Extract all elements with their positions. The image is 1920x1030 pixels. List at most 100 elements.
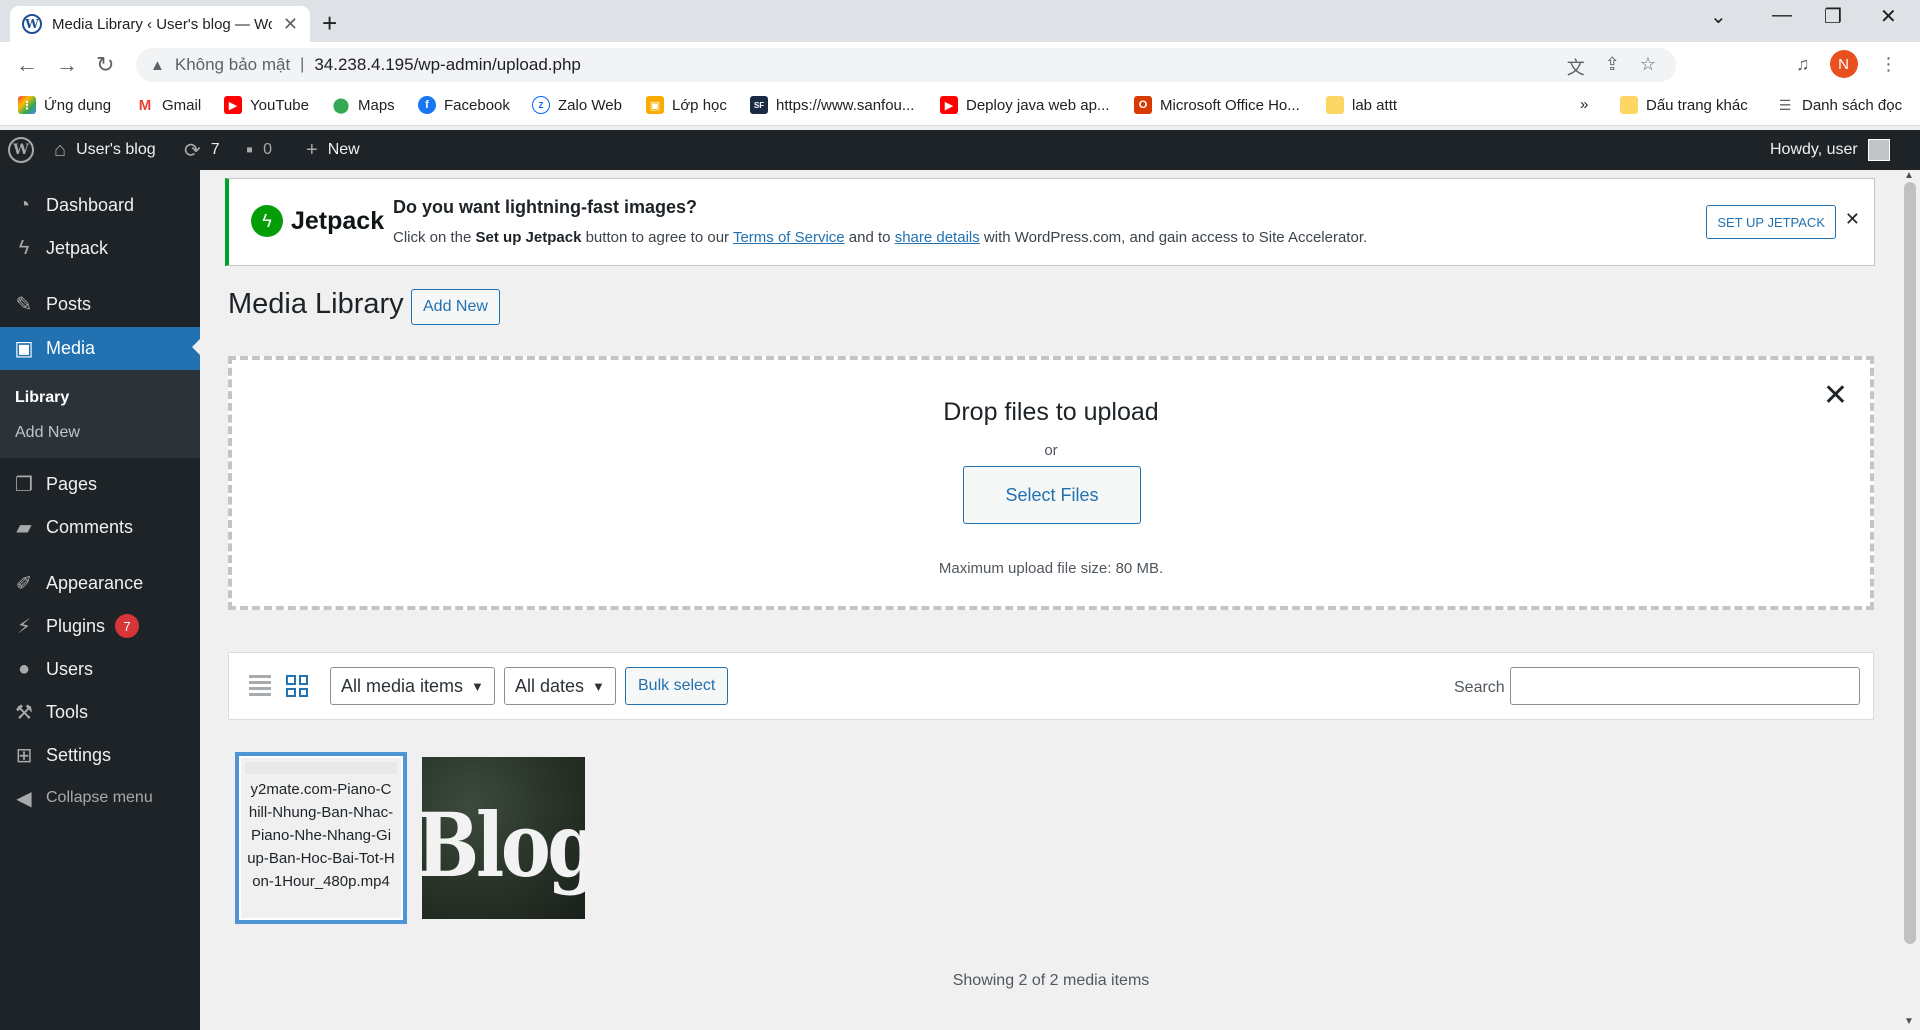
- sidebar-item-media[interactable]: ▣ Media: [0, 327, 200, 370]
- terms-of-service-link[interactable]: Terms of Service: [733, 229, 845, 246]
- chevron-down-icon: ▼: [592, 678, 605, 694]
- bookmark-star-icon[interactable]: ☆: [1640, 54, 1656, 80]
- pin-icon: ✎: [15, 293, 33, 316]
- wordpress-logo-icon: W: [8, 137, 34, 163]
- bookmark-gmail[interactable]: M Gmail: [136, 96, 201, 114]
- media-type-filter[interactable]: All media items ▼: [330, 667, 495, 705]
- home-icon: ⌂: [54, 138, 67, 161]
- upload-dropzone[interactable]: Drop files to upload or Select Files Max…: [228, 356, 1874, 610]
- bookmark-facebook[interactable]: f Facebook: [418, 96, 510, 114]
- bookmark-youtube[interactable]: ▶ YouTube: [224, 96, 309, 114]
- bookmark-maps[interactable]: ⬤ Maps: [332, 96, 395, 114]
- tab-close-icon[interactable]: ✕: [283, 14, 298, 35]
- dropzone-title: Drop files to upload: [943, 398, 1159, 426]
- sidebar-item-pages[interactable]: ❐ Pages: [0, 464, 200, 504]
- comments-link[interactable]: ▪ 0: [246, 130, 272, 170]
- restore-icon[interactable]: ❐: [1824, 4, 1842, 29]
- minimize-icon[interactable]: —: [1772, 4, 1792, 27]
- share-icon[interactable]: ⇪: [1605, 54, 1620, 80]
- sidebar-item-jetpack[interactable]: ϟ Jetpack: [0, 228, 200, 268]
- media-search-input[interactable]: [1510, 667, 1860, 705]
- media-toolbar: All media items ▼ All dates ▼ Bulk select …: [228, 652, 1874, 720]
- office-icon: O: [1134, 96, 1152, 114]
- sidebar-item-dashboard[interactable]: ◔ Dashboard: [0, 185, 200, 225]
- scroll-down-icon[interactable]: ▼: [1904, 1016, 1914, 1027]
- my-account-menu[interactable]: Howdy, user: [1770, 130, 1890, 170]
- sidebar-item-users[interactable]: ● Users: [0, 649, 200, 689]
- media-control-icon[interactable]: ♫: [1796, 54, 1810, 75]
- url-text: 34.238.4.195/wp-admin/upload.php: [314, 55, 581, 74]
- folder-icon: [1620, 96, 1638, 114]
- scroll-up-icon[interactable]: ▲: [1904, 170, 1914, 181]
- bookmark-sanfoundry[interactable]: SF https://www.sanfou...: [750, 96, 914, 114]
- sidebar-item-comments[interactable]: ▰ Comments: [0, 507, 200, 547]
- chrome-menu-icon[interactable]: ⋮: [1880, 54, 1898, 75]
- sidebar-item-appearance[interactable]: ✐ Appearance: [0, 563, 200, 603]
- page-scrollbar[interactable]: ▲ ▼: [1900, 170, 1920, 1030]
- user-icon: ●: [17, 657, 31, 680]
- plus-icon: +: [306, 138, 318, 161]
- scrollbar-thumb[interactable]: [1904, 182, 1916, 944]
- share-details-link[interactable]: share details: [895, 229, 980, 246]
- add-new-media-button[interactable]: Add New: [411, 289, 500, 325]
- back-icon[interactable]: ←: [16, 52, 38, 78]
- blog-image-text: Blog: [422, 793, 585, 897]
- updates-link[interactable]: ⟳ 7: [184, 130, 220, 170]
- bookmark-apps[interactable]: ⋮ Ứng dụng: [18, 96, 111, 114]
- bookmark-classroom[interactable]: ▣ Lớp học: [646, 96, 727, 114]
- collapse-arrow-icon: ◀: [16, 787, 32, 810]
- bookmark-deploy-java[interactable]: ▶ Deploy java web ap...: [940, 96, 1109, 114]
- media-item-image[interactable]: Blog: [422, 757, 585, 919]
- new-tab-button[interactable]: +: [322, 8, 337, 39]
- forward-icon[interactable]: →: [56, 52, 78, 78]
- bookmarks-overflow[interactable]: »: [1580, 96, 1588, 113]
- window-close-icon[interactable]: ✕: [1880, 4, 1897, 29]
- gmail-icon: M: [136, 96, 154, 114]
- tab-title: Media Library ‹ User's blog — WordPress: [52, 15, 272, 33]
- site-name-link[interactable]: ⌂ User's blog: [54, 130, 156, 170]
- setup-jetpack-button[interactable]: SET UP JETPACK: [1706, 205, 1836, 239]
- chevron-down-icon: ▼: [471, 678, 484, 694]
- new-content-link[interactable]: + New: [306, 130, 360, 170]
- sidebar-item-plugins[interactable]: ⚡ Plugins 7: [0, 606, 200, 646]
- translate-icon[interactable]: 文: [1567, 54, 1585, 80]
- warning-icon[interactable]: ▲: [150, 57, 165, 74]
- close-uploader-icon[interactable]: ✕: [1823, 378, 1848, 413]
- dashboard-icon: ◔: [17, 193, 31, 216]
- bookmark-lab-attt[interactable]: lab attt: [1326, 96, 1397, 114]
- bookmark-other[interactable]: Dấu trang khác: [1620, 96, 1748, 114]
- select-files-button[interactable]: Select Files: [963, 466, 1141, 524]
- browser-tabbar: W Media Library ‹ User's blog — WordPres…: [0, 0, 1920, 42]
- apps-grid-icon: ⋮: [18, 96, 36, 114]
- plugins-update-badge: 7: [115, 614, 140, 638]
- bulk-select-button[interactable]: Bulk select: [625, 667, 729, 705]
- sidebar-item-settings[interactable]: ⊞ Settings: [0, 735, 200, 775]
- browser-tab-active[interactable]: W Media Library ‹ User's blog — WordPres…: [10, 6, 310, 42]
- submenu-library[interactable]: Library: [15, 389, 69, 407]
- sidebar-item-posts[interactable]: ✎ Posts: [0, 284, 200, 324]
- wp-logo-menu[interactable]: W: [8, 130, 34, 170]
- submenu-add-new[interactable]: Add New: [15, 424, 80, 442]
- collapse-menu-button[interactable]: ◀ Collapse menu: [0, 778, 200, 818]
- classroom-icon: ▣: [646, 96, 664, 114]
- grid-view-icon[interactable]: [286, 675, 308, 697]
- wp-admin-bar: W ⌂ User's blog ⟳ 7 ▪ 0 + New Howdy, use…: [0, 130, 1920, 170]
- youtube-icon: ▶: [940, 96, 958, 114]
- address-bar[interactable]: ▲ Không bảo mật | 34.238.4.195/wp-admin/…: [136, 48, 1676, 82]
- date-filter[interactable]: All dates ▼: [504, 667, 616, 705]
- jetpack-notice: ϟ Jetpack Do you want lightning-fast ima…: [225, 178, 1875, 266]
- media-item-video[interactable]: y2mate.com-Piano-Chill-Nhung-Ban-Nhac-Pi…: [235, 752, 407, 924]
- profile-avatar[interactable]: N: [1829, 50, 1858, 78]
- list-view-icon[interactable]: [249, 675, 271, 697]
- dismiss-notice-icon[interactable]: ✕: [1845, 209, 1860, 230]
- bookmark-zalo[interactable]: Z Zalo Web: [532, 96, 622, 114]
- sidebar-item-tools[interactable]: ⚒ Tools: [0, 692, 200, 732]
- video-file-icon: [245, 762, 397, 774]
- bookmark-office[interactable]: O Microsoft Office Ho...: [1134, 96, 1300, 114]
- reading-list[interactable]: ☰ Danh sách đọc: [1776, 96, 1902, 114]
- comment-bubble-icon: ▪: [246, 138, 254, 161]
- tab-search-icon[interactable]: ⌄: [1710, 4, 1727, 29]
- reload-icon[interactable]: ↻: [96, 52, 114, 78]
- notice-text: Click on the Set up Jetpack button to ag…: [393, 229, 1368, 246]
- search-label: Search: [1454, 679, 1505, 696]
